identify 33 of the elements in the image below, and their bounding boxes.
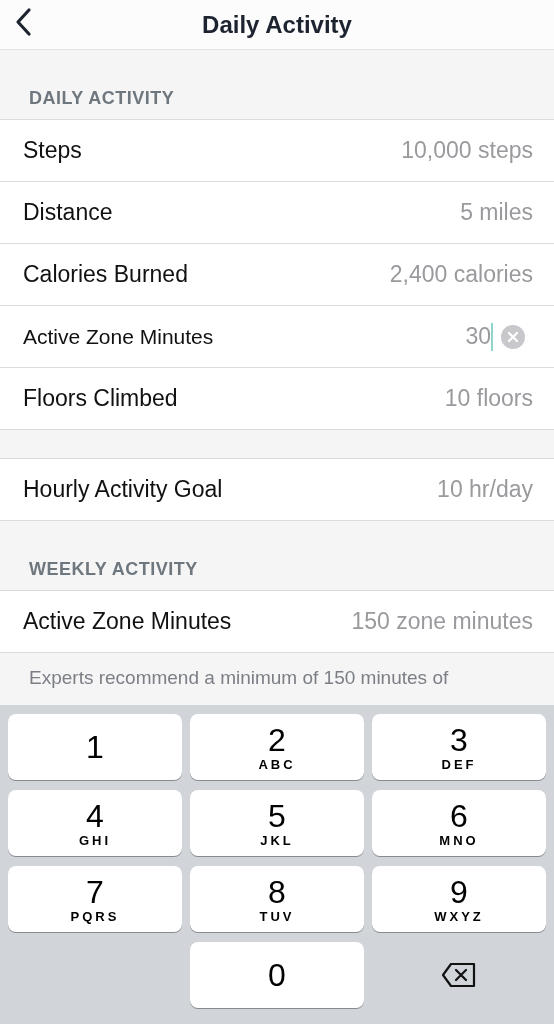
row-value: 5 miles: [460, 199, 533, 226]
row-label: Steps: [23, 137, 82, 164]
screen-title: Daily Activity: [202, 10, 352, 39]
backspace-icon: [441, 962, 477, 988]
keypad-key[interactable]: 3 DEF: [372, 714, 546, 780]
keypad-key[interactable]: 7 PQRS: [8, 866, 182, 932]
keypad-key[interactable]: 5 JKL: [190, 790, 364, 856]
keypad-key[interactable]: 8 TUV: [190, 866, 364, 932]
row-value: 10,000 steps: [401, 137, 533, 164]
keypad-key[interactable]: 0: [190, 942, 364, 1008]
row-label: Hourly Activity Goal: [23, 476, 223, 503]
row-value: 150 zone minutes: [351, 608, 533, 635]
keypad-key[interactable]: 1: [8, 714, 182, 780]
keypad-key[interactable]: 4 GHI: [8, 790, 182, 856]
setting-row[interactable]: Steps 10,000 steps: [0, 120, 554, 182]
setting-row[interactable]: Active Zone Minutes 150 zone minutes: [0, 591, 554, 653]
keypad-key[interactable]: 9 WXYZ: [372, 866, 546, 932]
setting-row[interactable]: Distance 5 miles: [0, 182, 554, 244]
footnote-text: Experts recommend a minimum of 150 minutes of: [28, 666, 450, 690]
row-value: 10 hr/day: [437, 476, 533, 503]
setting-row[interactable]: Floors Climbed 10 floors: [0, 368, 554, 430]
row-value: 10 floors: [444, 385, 533, 412]
row-value: 2,400 calories: [389, 261, 533, 288]
row-label: Active Zone Minutes: [23, 324, 214, 349]
row-label: Floors Climbed: [23, 385, 178, 412]
keypad-key[interactable]: 6 MNO: [372, 790, 546, 856]
row-label: Calories Burned: [23, 261, 188, 288]
keypad-key[interactable]: 2 ABC: [190, 714, 364, 780]
back-chevron-icon: [14, 7, 32, 37]
row-label: Distance: [23, 199, 113, 226]
setting-row[interactable]: Hourly Activity Goal 10 hr/day: [0, 459, 554, 521]
row-label: Active Zone Minutes: [23, 608, 232, 635]
setting-row[interactable]: Calories Burned 2,400 calories: [0, 244, 554, 306]
